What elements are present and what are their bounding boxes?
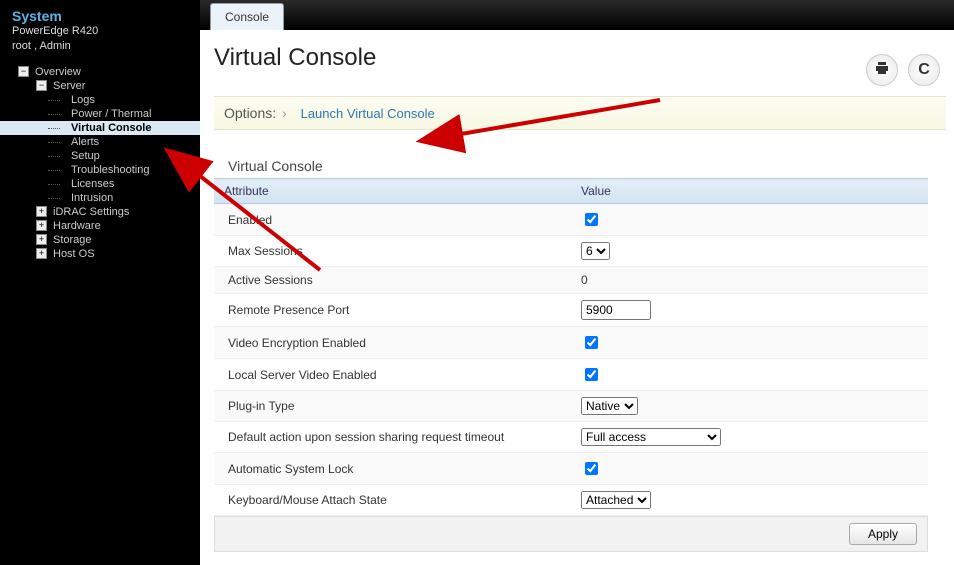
launch-virtual-console-link[interactable]: Launch Virtual Console: [301, 106, 435, 121]
main-panel: Console Virtual Console C Options:: [200, 0, 954, 565]
table-row: Active Sessions 0: [214, 267, 928, 294]
options-label: Options:: [224, 105, 276, 121]
table-row: Remote Presence Port: [214, 294, 928, 327]
tree-alerts[interactable]: Alerts: [0, 135, 200, 149]
tree-hardware[interactable]: + Hardware: [0, 219, 200, 233]
apply-button[interactable]: Apply: [849, 523, 917, 545]
collapse-icon[interactable]: −: [18, 66, 29, 77]
expand-icon[interactable]: +: [36, 234, 47, 245]
tree-connector-icon: [54, 141, 65, 142]
expand-icon[interactable]: +: [36, 206, 47, 217]
attr-video-encryption: Video Encryption Enabled: [214, 327, 571, 359]
tree-overview[interactable]: − Overview: [0, 65, 200, 79]
system-block: System PowerEdge R420 root , Admin: [0, 8, 200, 65]
tree-intrusion[interactable]: Intrusion: [0, 191, 200, 205]
options-bar: Options: › Launch Virtual Console: [214, 96, 946, 130]
table-row: Keyboard/Mouse Attach State Attached: [214, 485, 928, 516]
value-active-sessions: 0: [571, 267, 928, 294]
tree-connector-icon: [54, 197, 65, 198]
video-encryption-checkbox[interactable]: [585, 336, 598, 349]
tree-storage[interactable]: + Storage: [0, 233, 200, 247]
tree-connector-icon: [54, 113, 65, 114]
section-title: Virtual Console: [228, 158, 946, 174]
max-sessions-select[interactable]: 6: [581, 242, 610, 260]
tree-connector-icon: [54, 169, 65, 170]
footer-bar: Apply: [214, 516, 928, 552]
attr-active-sessions: Active Sessions: [214, 267, 571, 294]
table-row: Default action upon session sharing requ…: [214, 422, 928, 453]
tree-setup[interactable]: Setup: [0, 149, 200, 163]
tree-troubleshooting[interactable]: Troubleshooting: [0, 163, 200, 177]
expand-icon[interactable]: +: [36, 248, 47, 259]
table-row: Enabled: [214, 204, 928, 236]
refresh-icon: C: [918, 61, 930, 79]
refresh-button[interactable]: C: [908, 54, 940, 86]
tab-console[interactable]: Console: [210, 3, 284, 30]
table-row: Local Server Video Enabled: [214, 359, 928, 391]
attr-default-action: Default action upon session sharing requ…: [214, 422, 571, 453]
table-row: Video Encryption Enabled: [214, 327, 928, 359]
tree-power-thermal[interactable]: Power / Thermal: [0, 107, 200, 121]
tree-connector-icon: [54, 183, 65, 184]
remote-port-input[interactable]: [581, 300, 651, 320]
local-video-checkbox[interactable]: [585, 368, 598, 381]
tree-virtual-console[interactable]: Virtual Console: [0, 121, 200, 135]
tabstrip: Console: [200, 0, 954, 30]
plugin-type-select[interactable]: Native: [581, 397, 638, 415]
table-row: Automatic System Lock: [214, 453, 928, 485]
tree-host-os[interactable]: + Host OS: [0, 247, 200, 261]
auto-lock-checkbox[interactable]: [585, 462, 598, 475]
col-attribute: Attribute: [214, 179, 571, 204]
tree-licenses[interactable]: Licenses: [0, 177, 200, 191]
attr-enabled: Enabled: [214, 204, 571, 236]
expand-icon[interactable]: +: [36, 220, 47, 231]
system-title: System: [12, 8, 188, 24]
content-area: Virtual Console C Options: › Launch Virt…: [200, 30, 954, 565]
printer-icon: [874, 60, 890, 81]
print-button[interactable]: [866, 54, 898, 86]
col-value: Value: [571, 179, 928, 204]
tree-idrac-settings[interactable]: + iDRAC Settings: [0, 205, 200, 219]
attr-max-sessions: Max Sessions: [214, 236, 571, 267]
attr-plugin-type: Plug-in Type: [214, 391, 571, 422]
settings-table: Attribute Value Enabled Max Sessions 6: [214, 178, 928, 516]
enabled-checkbox[interactable]: [585, 213, 598, 226]
system-user: root , Admin: [12, 39, 188, 54]
tree-connector-icon: [54, 99, 65, 100]
page-title: Virtual Console: [214, 44, 376, 72]
tree-logs[interactable]: Logs: [0, 93, 200, 107]
attr-remote-port: Remote Presence Port: [214, 294, 571, 327]
attr-auto-lock: Automatic System Lock: [214, 453, 571, 485]
tree-connector-icon: [54, 127, 65, 128]
table-row: Plug-in Type Native: [214, 391, 928, 422]
tree-server[interactable]: − Server: [0, 79, 200, 93]
kb-mouse-select[interactable]: Attached: [581, 491, 651, 509]
table-row: Max Sessions 6: [214, 236, 928, 267]
attr-local-video: Local Server Video Enabled: [214, 359, 571, 391]
sidebar: System PowerEdge R420 root , Admin − Ove…: [0, 0, 200, 565]
chevron-right-icon: ›: [282, 105, 287, 121]
tree-connector-icon: [54, 155, 65, 156]
nav-tree: − Overview − Server Logs Power / Thermal…: [0, 65, 200, 261]
collapse-icon[interactable]: −: [36, 80, 47, 91]
system-model: PowerEdge R420: [12, 24, 188, 39]
default-action-select[interactable]: Full access: [581, 428, 721, 446]
attr-kb-mouse: Keyboard/Mouse Attach State: [214, 485, 571, 516]
